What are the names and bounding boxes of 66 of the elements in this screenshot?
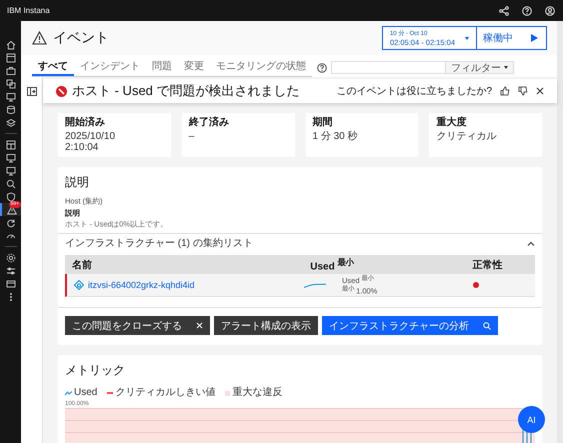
tab[interactable]: モニタリングの状態: [210, 58, 312, 76]
section-title: 説明: [65, 175, 90, 189]
dashboard-icon: [6, 140, 16, 150]
blocked-icon: [56, 86, 67, 96]
close-icon[interactable]: [536, 87, 544, 95]
card-value: –: [188, 131, 196, 142]
event-title: ホスト - Used で問題が検出されました: [72, 82, 301, 100]
warning-icon: [32, 31, 47, 45]
tab[interactable]: インシデント: [74, 58, 146, 76]
legend-label: Used: [74, 387, 98, 399]
monitor-icon: [6, 152, 16, 162]
sliders-icon: [6, 266, 16, 276]
legend-label: クリティカルしきい値: [115, 387, 216, 399]
close-icon: [196, 322, 203, 329]
monitor-icon: [6, 92, 16, 102]
card-label: 期間: [312, 117, 334, 129]
caret-icon: [504, 66, 508, 69]
panel-toggle-icon[interactable]: [26, 87, 36, 96]
column-header: 正常性: [472, 258, 504, 272]
card-label: 重大度: [436, 117, 468, 129]
card-value: クリティカル: [436, 131, 498, 142]
search-field[interactable]: [331, 61, 446, 74]
card-icon: [6, 278, 16, 288]
line-swatch-icon: [65, 390, 72, 396]
action-button[interactable]: アラート構成の表示: [214, 316, 318, 335]
help-icon[interactable]: [317, 62, 327, 72]
filter-dropdown[interactable]: フィルター: [446, 61, 514, 74]
card-label: 開始済み: [65, 117, 106, 129]
share-icon[interactable]: [499, 6, 509, 16]
card-value: 2025/10/10 2:10:04: [65, 131, 116, 153]
thumbs-up-icon[interactable]: [500, 86, 510, 96]
home-icon: [6, 40, 16, 50]
host-link[interactable]: itzvsi-664002grkz-kqhdi4id: [88, 280, 195, 290]
tab[interactable]: 問題: [146, 58, 178, 76]
refresh-icon: [6, 218, 16, 228]
tab[interactable]: 変更: [178, 58, 210, 76]
list-title: インフラストラクチャー (1) の集約リスト: [65, 237, 253, 250]
feedback-question: このイベントは役に立ちましたか?: [336, 84, 492, 98]
page-title: イベント: [53, 29, 109, 47]
shield-icon: [6, 192, 16, 202]
host-icon: [74, 280, 84, 290]
section-title: メトリック: [65, 363, 126, 377]
layers-icon: [6, 118, 16, 128]
action-button[interactable]: この問題をクローズする: [65, 316, 210, 335]
briefcase-icon: [6, 66, 16, 76]
card-value: 1 分 30 秒: [312, 131, 359, 142]
play-icon: [531, 34, 538, 42]
action-button[interactable]: インフラストラクチャーの分析: [322, 316, 498, 335]
column-header: 名前: [71, 258, 93, 272]
chevron-icon[interactable]: [527, 241, 535, 246]
caret-icon: [465, 36, 469, 40]
thumbs-down-icon[interactable]: [518, 86, 528, 96]
sparkline: [304, 282, 326, 288]
window-icon: [6, 52, 16, 62]
live-button[interactable]: 稼働中: [477, 27, 546, 49]
settings-icon: [6, 252, 16, 262]
search-icon: [6, 178, 16, 188]
column-header: Used $^{最小}$: [309, 256, 355, 272]
stack-icon: [6, 78, 16, 88]
monitor-icon: [6, 166, 16, 176]
card-label: 終了済み: [188, 117, 230, 129]
database-icon: [6, 104, 16, 114]
legend-label: 重大な違反: [232, 387, 282, 399]
brand-name: IBM Instana: [7, 6, 50, 15]
search-icon: [483, 322, 491, 330]
user-icon[interactable]: [545, 6, 555, 16]
